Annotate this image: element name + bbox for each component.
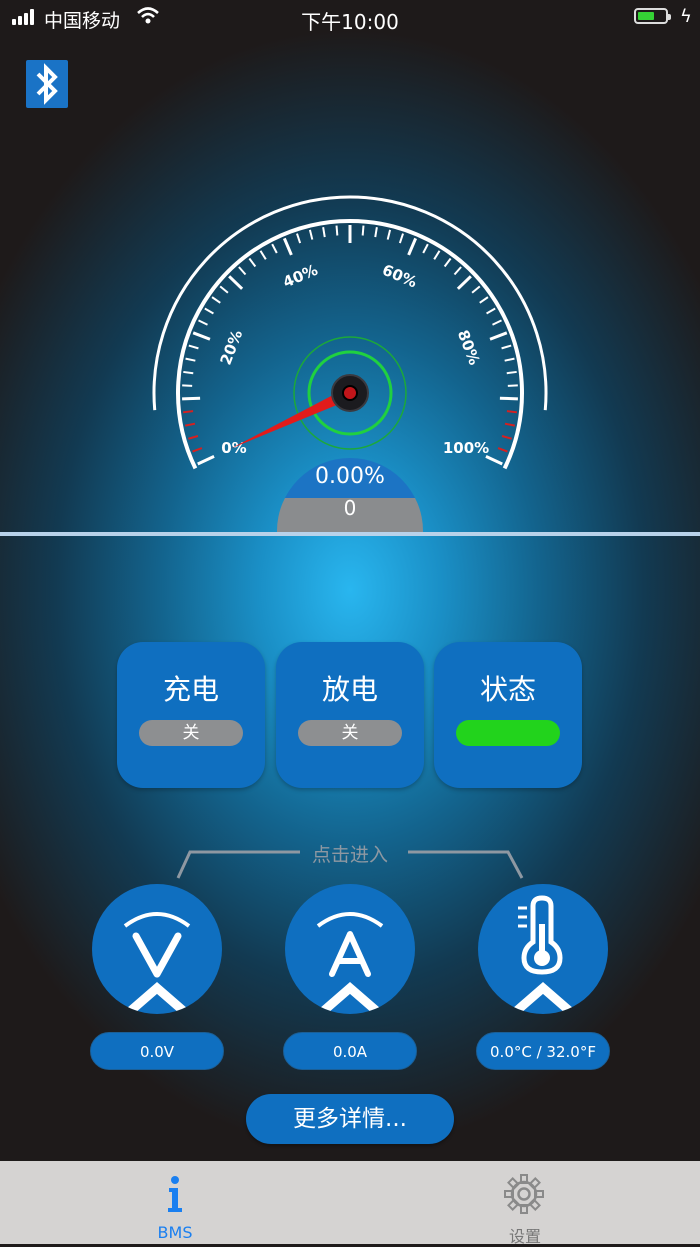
gear-icon [503,1173,545,1215]
gauge-tick [189,346,199,349]
gauge-tick [193,448,202,451]
discharge-status-pill: 关 [298,720,402,746]
gauge-tick-label: 20% [217,328,247,368]
gauge-hub-center [343,386,357,400]
gauge-tick [310,230,312,240]
gauge-tick [198,320,207,324]
gauge-tick [490,333,507,339]
voltage-button[interactable] [92,884,222,1014]
gauge-tick [400,234,403,243]
gauge-tick [454,267,461,275]
charge-card-title: 充电 [117,668,265,708]
tab-settings-label: 设置 [350,1223,700,1247]
gauge-tick [323,227,325,237]
gauge-tick [239,267,246,275]
tab-bms-label: BMS [0,1223,350,1242]
gauge-tick [480,297,488,303]
discharge-card-title: 放电 [276,668,424,708]
state-card[interactable]: 状态 [434,642,582,788]
gauge-tick [337,226,338,236]
state-indicator-pill [456,720,560,746]
gauge-tick [505,424,515,426]
gauge-tick [388,230,390,240]
gauge-tick [186,359,196,361]
gauge-tick [423,244,428,253]
tab-bar: BMS 设置 [0,1161,700,1244]
gauge-tick [249,258,255,266]
current-value: 0.0A [283,1032,417,1070]
gauge-tick [375,227,377,237]
gauge-tick [434,251,439,259]
gauge-tick [212,297,220,303]
gauge-tick-label: 80% [454,328,484,368]
info-icon [160,1175,190,1215]
gauge-tick [185,424,195,426]
gauge-tick [205,308,214,313]
gauge-tick [183,411,193,412]
gauge-tick [458,276,471,289]
state-card-title: 状态 [434,668,582,708]
temperature-value: 0.0°C / 32.0°F [476,1032,610,1070]
current-button[interactable] [285,884,415,1014]
gauge-tick-label: 0% [221,439,246,457]
gauge-tick [502,346,512,349]
thermometer-icon [478,884,608,1014]
gauge-tick [260,251,265,259]
gauge-tick [505,359,515,361]
gauge-tick [486,456,502,464]
gauge-tick-label: 40% [280,261,320,292]
gauge-tick [507,372,517,373]
gauge-tick [492,320,501,324]
gauge-tick [182,398,200,399]
gauge-tick [487,308,496,313]
tab-settings[interactable]: 设置 [350,1161,700,1244]
gauge-tick [297,234,300,243]
gauge-tick [409,238,416,255]
gauge-tick [198,456,214,464]
more-details-button[interactable]: 更多详情... [246,1094,454,1144]
gauge-tick [500,398,518,399]
voltage-icon [92,884,222,1014]
gauge-tick [445,258,451,266]
gauge-tick [220,286,228,292]
gauge-tick-label: 100% [443,439,489,457]
gauge-tick [188,436,198,439]
soc-raw-value: 0 [277,496,423,520]
gauge-tick [284,238,291,255]
current-icon [285,884,415,1014]
enter-hint: 点击进入 [0,840,700,867]
discharge-card[interactable]: 放电 关 [276,642,424,788]
gauge-tick [193,333,210,339]
gauge-tick [472,286,480,292]
gauge-tick [363,226,364,236]
gauge-tick-label: 60% [380,261,420,292]
charge-status-pill: 关 [139,720,243,746]
gauge-tick [498,448,507,451]
gauge-tick [272,244,277,253]
temperature-button[interactable] [478,884,608,1014]
divider [0,532,700,536]
soc-percent: 0.00% [277,464,423,489]
gauge-tick-labels: 0% 20% 40% 60% 80% 100% [217,261,490,457]
gauge-tick [502,436,512,439]
voltage-value: 0.0V [90,1032,224,1070]
gauge-tick [183,372,193,373]
charge-card[interactable]: 充电 关 [117,642,265,788]
gauge-tick [229,276,242,289]
gauge-tick [507,411,517,412]
tab-bms[interactable]: BMS [0,1161,350,1244]
